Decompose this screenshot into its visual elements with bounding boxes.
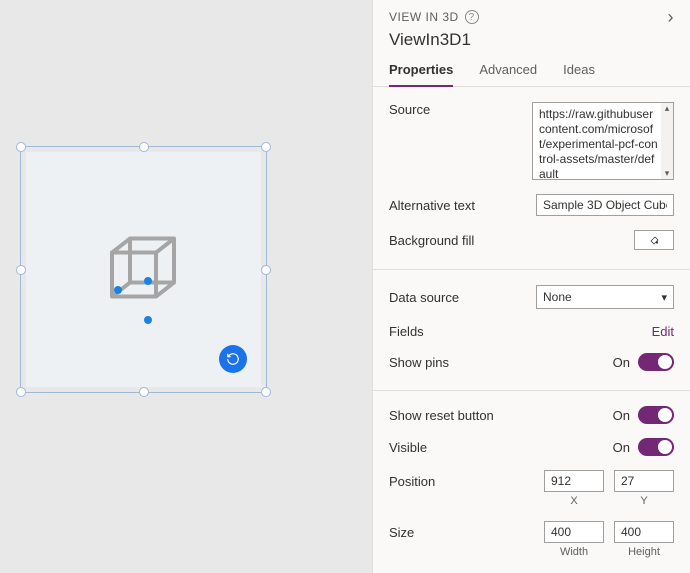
resize-handle[interactable] <box>139 142 149 152</box>
collapse-chevron-icon[interactable]: › <box>668 10 675 24</box>
chevron-down-icon: ▾ <box>661 291 667 304</box>
pin-dot[interactable] <box>114 286 122 294</box>
data-source-select[interactable]: None ▾ <box>536 285 674 309</box>
fields-edit-link[interactable]: Edit <box>652 324 674 339</box>
resize-handle[interactable] <box>16 142 26 152</box>
width-label: Width <box>560 546 588 558</box>
tab-ideas[interactable]: Ideas <box>563 62 595 86</box>
size-label: Size <box>389 521 544 540</box>
data-source-label: Data source <box>389 290 536 305</box>
height-label: Height <box>628 546 660 558</box>
properties-panel: VIEW IN 3D ? › ViewIn3D1 Properties Adva… <box>372 0 690 573</box>
position-y-input[interactable] <box>614 470 674 492</box>
pin-dot[interactable] <box>144 277 152 285</box>
visible-label: Visible <box>389 440 613 455</box>
alt-text-label: Alternative text <box>389 198 536 213</box>
paint-bucket-icon <box>647 234 661 246</box>
tab-properties[interactable]: Properties <box>389 62 453 87</box>
background-fill-label: Background fill <box>389 233 634 248</box>
position-x-input[interactable] <box>544 470 604 492</box>
scrollbar[interactable]: ▴▾ <box>661 103 673 179</box>
show-pins-label: Show pins <box>389 355 613 370</box>
y-label: Y <box>640 495 647 507</box>
resize-handle[interactable] <box>16 387 26 397</box>
show-reset-value: On <box>613 408 630 423</box>
show-pins-toggle[interactable] <box>638 353 674 371</box>
source-label: Source <box>389 102 532 117</box>
control-type-label: VIEW IN 3D <box>389 10 459 24</box>
alt-text-input[interactable] <box>536 194 674 216</box>
visible-value: On <box>613 440 630 455</box>
canvas-area[interactable] <box>0 0 372 573</box>
control-name: ViewIn3D1 <box>389 30 674 50</box>
view-in-3d-control[interactable] <box>20 146 267 393</box>
reset-view-button[interactable] <box>219 345 247 373</box>
show-reset-toggle[interactable] <box>638 406 674 424</box>
size-height-input[interactable] <box>614 521 674 543</box>
help-icon[interactable]: ? <box>465 10 479 24</box>
resize-handle[interactable] <box>261 142 271 152</box>
size-width-input[interactable] <box>544 521 604 543</box>
resize-handle[interactable] <box>16 265 26 275</box>
source-input[interactable]: https://raw.githubusercontent.com/micros… <box>532 102 674 180</box>
control-surface[interactable] <box>26 152 261 387</box>
background-fill-picker[interactable] <box>634 230 674 250</box>
x-label: X <box>570 495 577 507</box>
resize-handle[interactable] <box>261 265 271 275</box>
fields-label: Fields <box>389 324 652 339</box>
resize-handle[interactable] <box>261 387 271 397</box>
control-type-row: VIEW IN 3D ? › <box>389 10 674 24</box>
show-reset-label: Show reset button <box>389 408 613 423</box>
reset-icon <box>226 352 240 366</box>
data-source-value: None <box>543 290 572 304</box>
show-pins-value: On <box>613 355 630 370</box>
position-label: Position <box>389 470 544 489</box>
pin-dot[interactable] <box>144 316 152 324</box>
visible-toggle[interactable] <box>638 438 674 456</box>
properties-list: Source https://raw.githubusercontent.com… <box>373 87 690 573</box>
resize-handle[interactable] <box>139 387 149 397</box>
tab-advanced[interactable]: Advanced <box>479 62 537 86</box>
tabs: Properties Advanced Ideas <box>373 50 690 87</box>
